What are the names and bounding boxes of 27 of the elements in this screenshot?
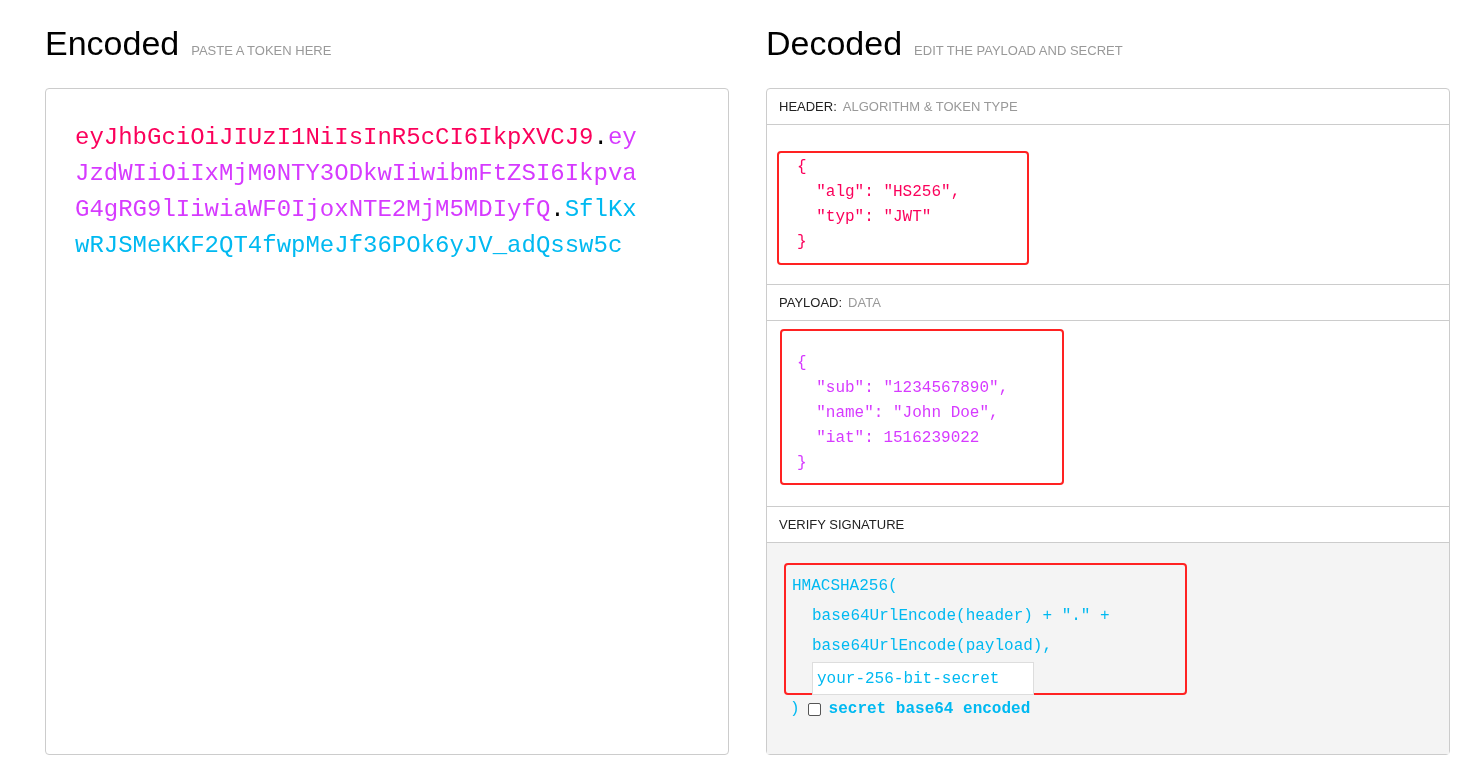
checkbox[interactable] <box>807 702 821 716</box>
section-label: HEADER: <box>779 97 837 116</box>
token-header: eyJhbGciOiJIUzI1NiIsInR5cCI6IkpXVCJ9 <box>75 123 594 153</box>
section-subtitle: PASTE A TOKEN HERE <box>191 42 332 60</box>
section-label: PAYLOAD: <box>779 293 843 312</box>
section-title: Encoded <box>45 23 180 64</box>
section-sublabel: DATA <box>848 293 881 312</box>
section-subtitle: EDIT THE PAYLOAD AND SECRET <box>914 42 1123 60</box>
section-label: VERIFY SIGNATURE <box>779 515 905 534</box>
token-signature: SflKx <box>564 195 637 225</box>
section-title: Decoded <box>766 23 903 64</box>
payload-json-editor[interactable]: { "sub": "1234567890", "name": "John Doe", "iat": 1516239022 } <box>797 351 1062 476</box>
code-text: ) <box>790 699 800 720</box>
token-payload: JzdWIiOiIxMjM0NTY3ODkwIiwibmFtZSI6Ikpva <box>75 159 637 189</box>
token-signature: wRJSMeKKF2QT4fwpMeJf36POk6yJV_adQssw5c <box>75 231 623 261</box>
token-input[interactable]: eyJhbGciOiJIUzI1NiIsInR5cCI6IkpXVCJ9.ey JzdWIiOiIxMjM0NTY3ODkwIiwibmFtZSI6Ikpva G4gRG9lIiwiaWF0IjoxNTE2MjM5MDIyfQ.SflKx wRJSMeKKF2QT4fwpMeJf36POk6yJV_adQssw5c <box>45 88 729 755</box>
secret-field[interactable]: your-256-bit-secret <box>812 662 1034 695</box>
token-separator: . <box>550 195 565 225</box>
header-json-editor[interactable]: { "alg": "HS256", "typ": "JWT" } <box>797 155 1027 255</box>
section-sublabel: ALGORITHM & TOKEN TYPE <box>842 97 1018 116</box>
checkbox-label[interactable]: secret base64 encoded <box>828 697 1031 721</box>
token-separator: . <box>593 123 608 153</box>
code-text: HMACSHA256( <box>792 576 899 597</box>
code-text: base64UrlEncode(header) + "." + <box>812 606 1111 627</box>
code-text: base64UrlEncode(payload), <box>812 636 1054 657</box>
token-payload: ey <box>607 123 637 153</box>
token-payload: G4gRG9lIiwiaWF0IjoxNTE2MjM5MDIyfQ <box>75 195 551 225</box>
